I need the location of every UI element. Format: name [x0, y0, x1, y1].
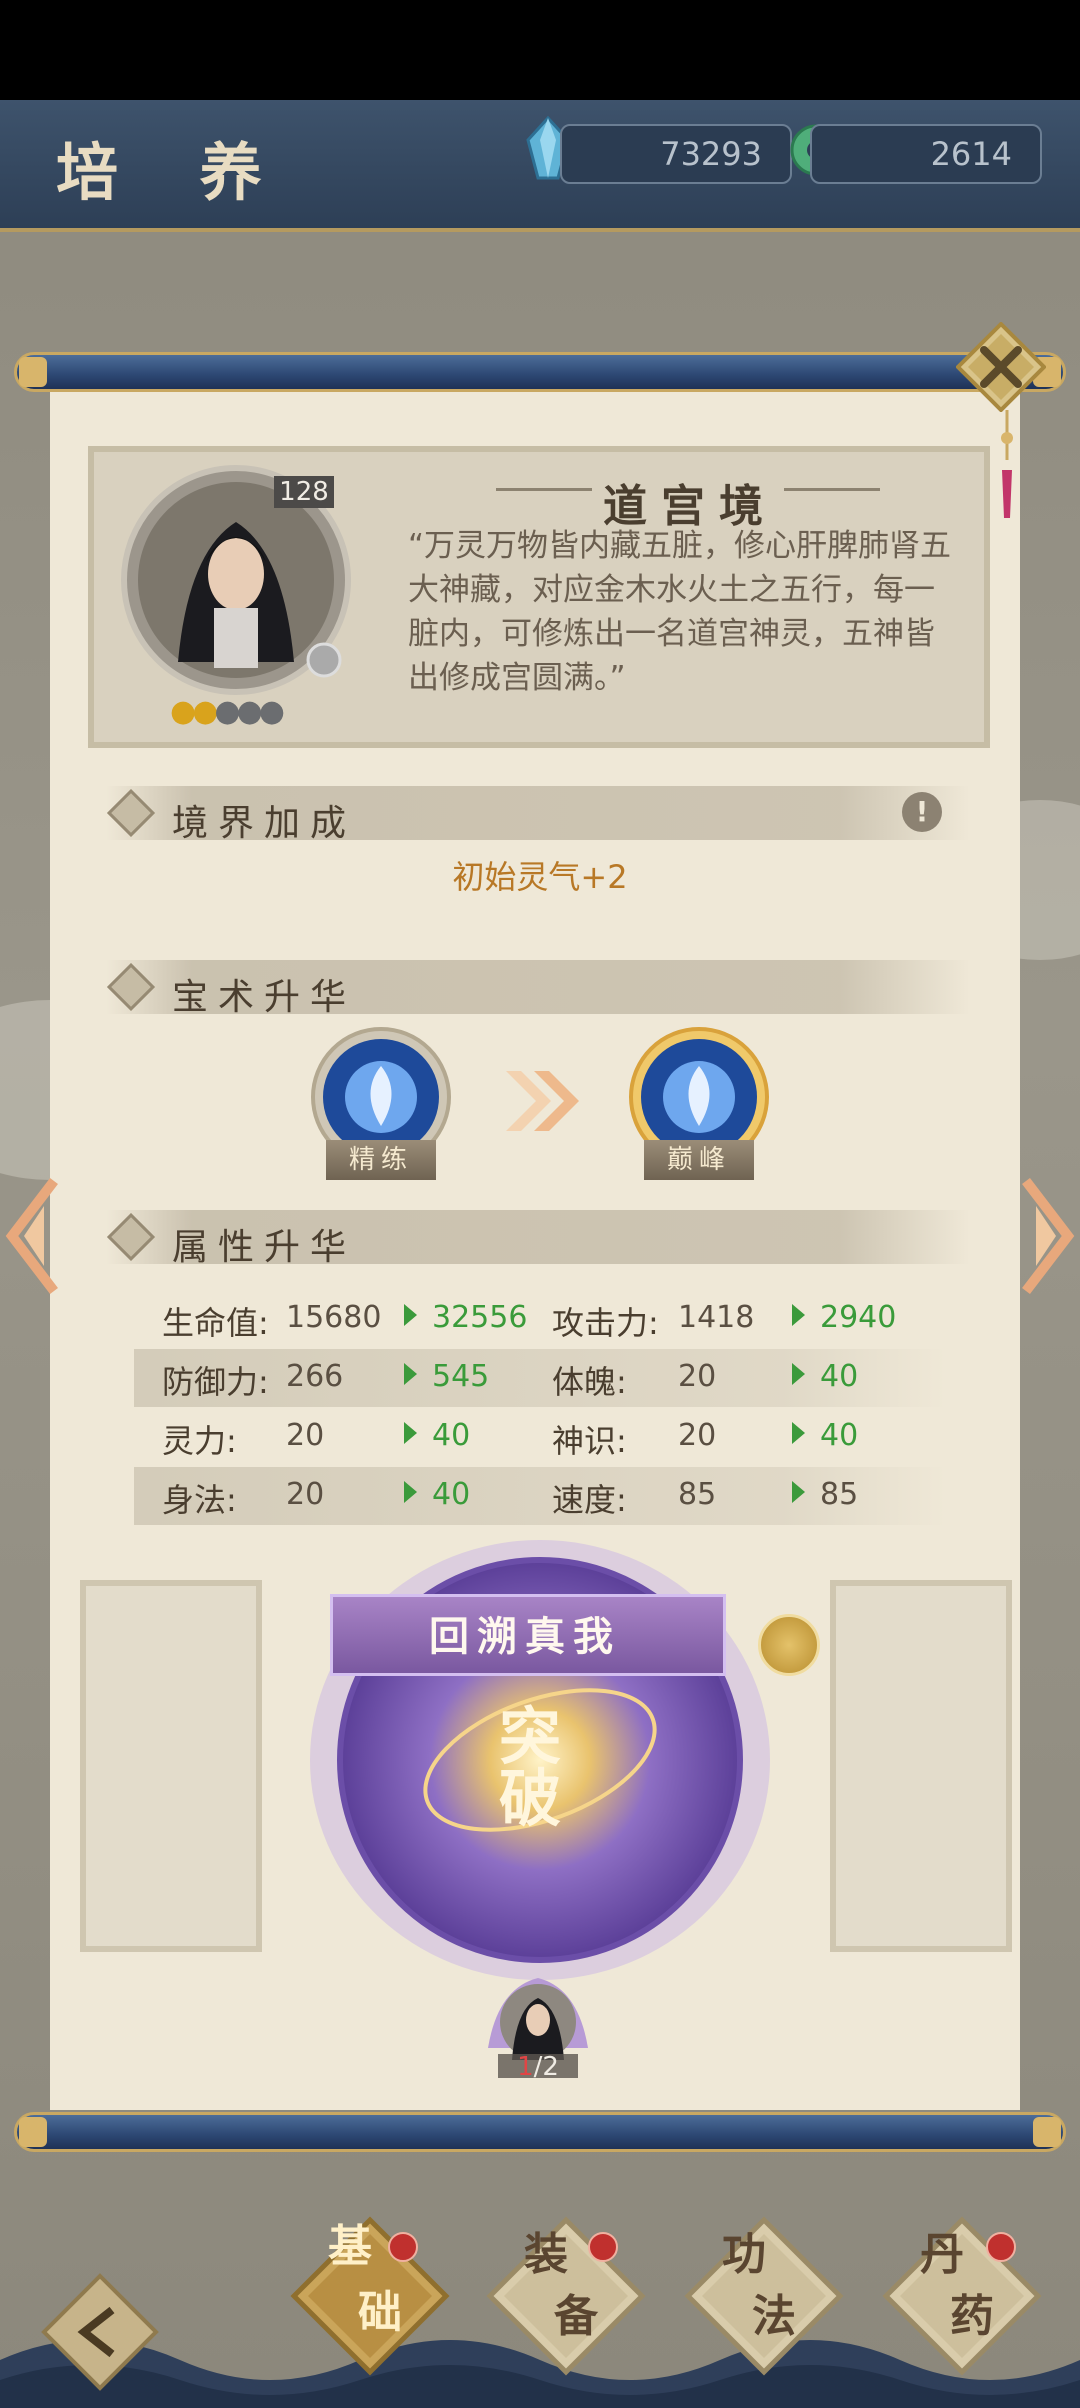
- diamond-icon: [106, 962, 156, 1012]
- increase-arrow-icon: [404, 1422, 417, 1444]
- stat-value: 20: [678, 1418, 717, 1453]
- stat-name: 速度:: [552, 1481, 627, 1519]
- stat-new-value: 40: [432, 1418, 471, 1453]
- section-title: 属性升华: [172, 1227, 357, 1268]
- stat-value: 1418: [678, 1300, 755, 1335]
- status-bar: [0, 0, 1080, 100]
- jade-counter[interactable]: 2614: [810, 124, 1042, 184]
- star-icon: ●: [214, 694, 240, 729]
- breakthrough-button[interactable]: 突破: [470, 1706, 590, 1830]
- increase-arrow-icon: [792, 1363, 805, 1385]
- tab-basic-label-top: 基: [328, 2221, 372, 2272]
- stat-value: 20: [678, 1359, 717, 1394]
- scroll-rod-top: [14, 352, 1066, 392]
- scroll-rod-bottom: [14, 2112, 1066, 2152]
- diamond-icon: [106, 1212, 156, 1262]
- top-header: 培 养 73293 2614: [0, 100, 1080, 232]
- breakthrough-progress: 1/2: [478, 2052, 598, 2082]
- increase-arrow-icon: [792, 1481, 805, 1503]
- tab-pills-label-top: 丹: [920, 2229, 964, 2280]
- tab-pills-label-bottom: 药: [950, 2291, 994, 2342]
- skill-tag-current: 精练: [326, 1140, 436, 1180]
- stat-value: 266: [286, 1359, 344, 1394]
- section-title: 境界加成: [172, 803, 357, 844]
- hero-level-badge: 128: [274, 476, 334, 508]
- stat-value: 20: [286, 1477, 325, 1512]
- star-icon: ●: [170, 694, 196, 729]
- increase-arrow-icon: [792, 1422, 805, 1444]
- notification-dot: [986, 2232, 1016, 2262]
- tab-equipment-label-top: 装: [524, 2229, 568, 2280]
- diamond-icon: [106, 788, 156, 838]
- stat-row: 生命值: 15680 32556 攻击力: 1418 2940: [134, 1290, 946, 1348]
- notification-dot: [388, 2232, 418, 2262]
- spirit-stone-counter[interactable]: 73293: [560, 124, 792, 184]
- star-icon: ●: [258, 694, 285, 729]
- upgrade-arrow-icon: [506, 1071, 579, 1131]
- skill-tag-next: 巅峰: [644, 1140, 754, 1180]
- progress-current: 1: [517, 2052, 534, 2082]
- increase-arrow-icon: [404, 1304, 417, 1326]
- stat-new-value: 40: [820, 1418, 859, 1453]
- stat-name: 灵力:: [162, 1422, 237, 1460]
- stat-value: 15680: [286, 1300, 382, 1335]
- stat-value: 20: [286, 1418, 325, 1453]
- progress-total: /2: [533, 2052, 559, 2082]
- tab-techniques-label-bottom: 法: [752, 2291, 796, 2342]
- stat-name: 神识:: [552, 1422, 627, 1460]
- increase-arrow-icon: [404, 1481, 417, 1503]
- previous-arrow-icon[interactable]: [4, 1176, 64, 1296]
- page-title: 培 养: [56, 136, 292, 209]
- section-attribute-upgrade: 属性升华: [106, 1210, 970, 1268]
- stats-table: 生命值: 15680 32556 攻击力: 1418 2940 防御力: 266…: [134, 1290, 946, 1526]
- notification-dot: [588, 2232, 618, 2262]
- tab-basic-label-bottom: 础: [358, 2287, 402, 2338]
- increase-arrow-icon: [404, 1363, 417, 1385]
- tab-techniques-label-top: 功: [722, 2229, 766, 2280]
- info-icon[interactable]: !: [902, 792, 942, 832]
- realm-bonus-text: 初始灵气+2: [452, 858, 628, 896]
- tab-equipment-label-bottom: 备: [554, 2291, 598, 2342]
- stat-new-value: 32556: [432, 1300, 528, 1335]
- close-button[interactable]: [956, 322, 1046, 412]
- stat-row: 身法: 20 40 速度: 85 85: [134, 1467, 946, 1525]
- section-skill-upgrade: 宝术升华: [106, 960, 970, 1018]
- stat-new-value: 40: [820, 1359, 859, 1394]
- stat-new-value: 2940: [820, 1300, 897, 1335]
- refresh-button[interactable]: [758, 1614, 820, 1676]
- hero-star-rating: ●●●●●: [170, 694, 285, 729]
- stat-value: 85: [678, 1477, 717, 1512]
- stat-row: 防御力: 266 545 体魄: 20 40: [134, 1349, 946, 1407]
- stat-name: 生命值:: [162, 1304, 269, 1342]
- stat-new-value: 40: [432, 1477, 471, 1512]
- stat-name: 攻击力:: [552, 1304, 659, 1342]
- decorative-panel-left: [80, 1580, 262, 1952]
- stat-name: 防御力:: [162, 1363, 269, 1401]
- realm-description: “万灵万物皆内藏五脏，修心肝脾肺肾五大神藏，对应金木水火土之五行，每一脏内，可修…: [408, 528, 952, 696]
- stat-name: 体魄:: [552, 1363, 627, 1401]
- tassel-decoration: [1001, 410, 1013, 518]
- section-realm-bonus: 境界加成: [106, 786, 970, 844]
- stat-new-value: 545: [432, 1359, 490, 1394]
- next-arrow-icon[interactable]: [1016, 1176, 1076, 1296]
- stat-name: 身法:: [162, 1481, 237, 1519]
- star-icon: ●: [192, 694, 218, 729]
- section-title: 宝术升华: [172, 977, 357, 1018]
- stat-row: 灵力: 20 40 神识: 20 40: [134, 1408, 946, 1466]
- breakthrough-banner-text: 回溯真我: [429, 1613, 621, 1660]
- stat-new-value: 85: [820, 1477, 859, 1512]
- decorative-panel-right: [830, 1580, 1012, 1952]
- star-icon: ●: [236, 694, 263, 729]
- increase-arrow-icon: [792, 1304, 805, 1326]
- back-button[interactable]: [40, 2272, 160, 2392]
